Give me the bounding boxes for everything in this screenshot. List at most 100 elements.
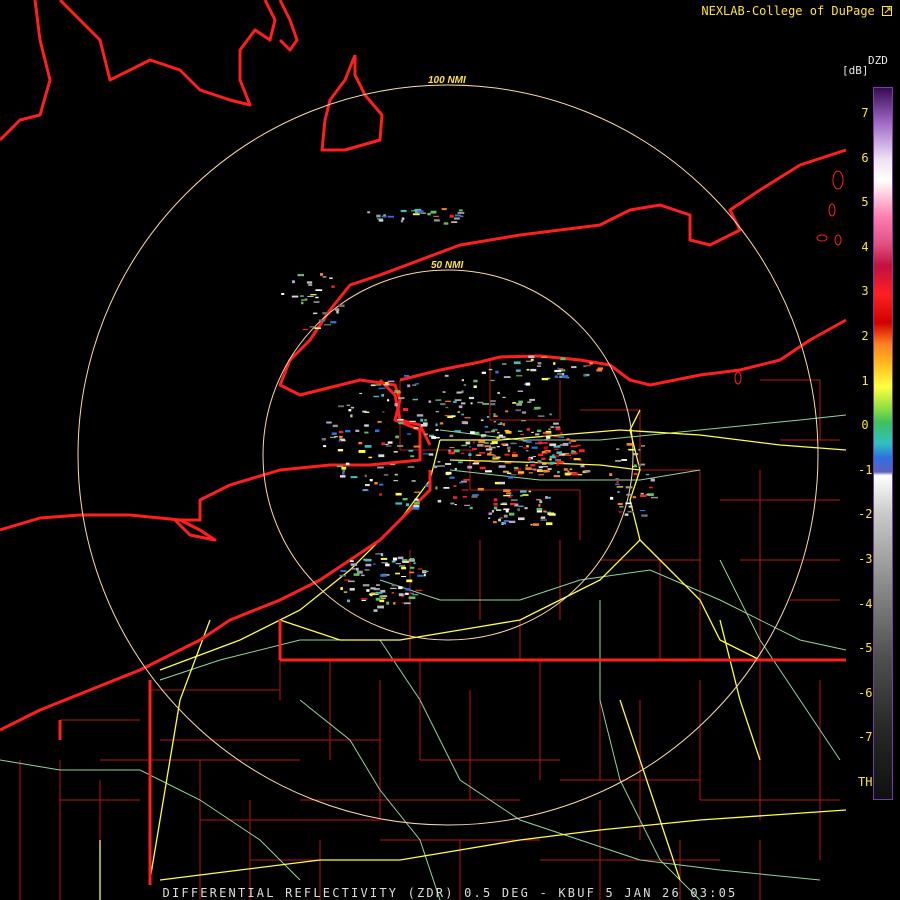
echo-pixel — [538, 453, 544, 456]
echo-pixel — [618, 511, 623, 513]
echo-pixel — [569, 457, 573, 459]
echo-pixel — [463, 479, 470, 481]
echo-pixel — [491, 509, 495, 513]
echo-pixel — [364, 445, 372, 448]
echo-pixel — [445, 400, 451, 402]
echo-pixel — [338, 430, 344, 434]
echo-pixel — [584, 470, 590, 473]
echo-pixel — [484, 442, 489, 444]
echo-pixel — [645, 494, 650, 496]
echo-pixel — [550, 426, 555, 428]
echo-pixel — [531, 446, 538, 449]
echo-pixel — [627, 510, 634, 513]
echo-pixel — [626, 493, 632, 496]
echo-pixel — [555, 427, 561, 431]
echo-pixel — [562, 372, 565, 376]
external-link-icon[interactable] — [882, 6, 892, 16]
state-borders — [0, 0, 847, 885]
echo-pixel — [449, 214, 454, 218]
echo-pixel — [496, 509, 502, 511]
echo-pixel — [542, 442, 548, 444]
echo-pixel — [417, 568, 423, 570]
echo-pixel — [509, 520, 516, 523]
echo-pixel — [628, 505, 633, 508]
echo-pixel — [391, 584, 397, 587]
echo-pixel — [372, 563, 376, 565]
echo-pixel — [458, 405, 463, 409]
echo-pixel — [377, 466, 384, 469]
echo-pixel — [398, 586, 403, 590]
echo-pixel — [531, 431, 534, 433]
echo-pixel — [323, 445, 327, 448]
echo-pixel — [315, 289, 323, 291]
echo-pixel — [457, 411, 460, 413]
echo-pixel — [572, 472, 578, 476]
echo-pixel — [615, 460, 622, 462]
echo-pixel — [361, 574, 365, 577]
echo-pixel — [417, 210, 424, 214]
echo-pixel — [449, 434, 454, 438]
echo-pixel — [437, 461, 441, 463]
echo-pixel — [345, 462, 350, 466]
echo-pixel — [340, 587, 343, 590]
echo-pixel — [510, 474, 517, 476]
echo-pixel — [356, 570, 363, 574]
echo-pixel — [320, 273, 324, 276]
echo-pixel — [487, 453, 492, 456]
echo-pixel — [556, 451, 563, 454]
echo-pixel — [473, 460, 480, 464]
echo-pixel — [579, 449, 585, 453]
legend-product: DZD — [868, 54, 888, 67]
echo-pixel — [520, 433, 524, 435]
echo-pixel — [409, 571, 415, 574]
echo-pixel — [569, 468, 573, 470]
echo-pixel — [435, 436, 440, 439]
echo-pixel — [353, 573, 360, 576]
range-rings — [77, 84, 819, 826]
echo-pixel — [616, 448, 620, 450]
echo-pixel — [461, 390, 464, 394]
echo-pixel — [304, 298, 308, 301]
echo-pixel — [617, 491, 620, 493]
echo-pixel — [530, 464, 536, 467]
echo-pixel — [457, 211, 465, 214]
echo-pixel — [340, 439, 346, 442]
echo-pixel — [369, 479, 373, 482]
highways — [0, 414, 847, 900]
echo-pixel — [422, 570, 429, 573]
echo-pixel — [549, 443, 557, 447]
echo-pixel — [510, 442, 517, 445]
echo-pixel — [473, 379, 478, 383]
echo-pixel — [400, 219, 404, 223]
echo-pixel — [597, 367, 603, 370]
echo-pixel — [493, 506, 498, 510]
echo-pixel — [474, 431, 480, 435]
echo-pixel — [402, 408, 408, 411]
echo-pixel — [554, 369, 562, 373]
echo-pixel — [525, 450, 529, 452]
echo-pixel — [503, 495, 510, 497]
echo-pixel — [507, 472, 512, 475]
echo-pixel — [491, 430, 495, 433]
echo-pixel — [502, 502, 507, 504]
echo-pixel — [633, 453, 639, 456]
echo-pixel — [329, 277, 333, 279]
echo-pixel — [571, 366, 577, 369]
echo-pixel — [625, 502, 632, 505]
echo-pixel — [381, 442, 385, 446]
echo-pixel — [322, 312, 327, 315]
echo-pixel — [481, 371, 486, 374]
echo-pixel — [349, 588, 355, 591]
echo-pixel — [351, 568, 356, 570]
echo-pixel — [641, 445, 645, 447]
echo-pixel — [291, 295, 299, 298]
echo-pixel — [519, 446, 523, 448]
echo-pixel — [524, 507, 528, 510]
echo-pixel — [315, 296, 319, 299]
echo-pixel — [412, 384, 417, 386]
echo-pixel — [355, 429, 360, 432]
echo-pixel — [350, 406, 355, 409]
echo-pixel — [550, 461, 554, 465]
echo-pixel — [344, 579, 350, 581]
echo-pixel — [485, 448, 493, 451]
